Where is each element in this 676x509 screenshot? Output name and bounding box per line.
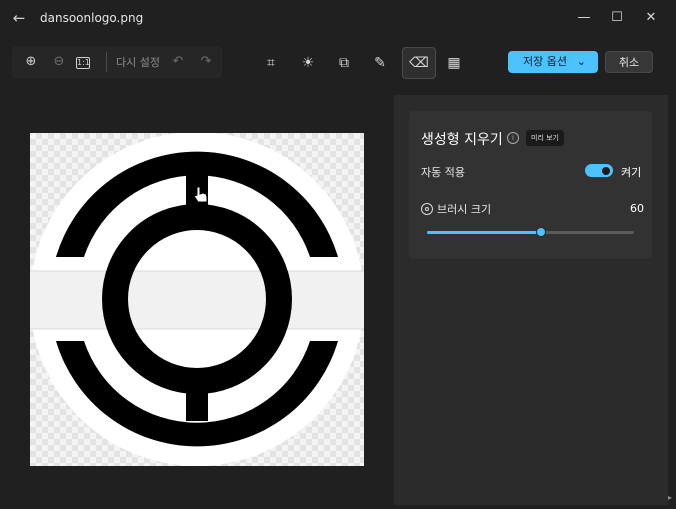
panel-title: 생성형 지우기 bbox=[421, 132, 503, 148]
auto-apply-label: 자동 적용 bbox=[421, 166, 465, 179]
filter-icon[interactable]: ⧉ bbox=[331, 50, 357, 76]
brush-size-value: 60 bbox=[630, 202, 644, 215]
redo-icon[interactable]: ↷ bbox=[195, 52, 217, 72]
background-icon[interactable]: ▦ bbox=[441, 50, 467, 76]
slider-thumb[interactable] bbox=[535, 227, 546, 237]
preview-badge: 미리 보기 bbox=[526, 130, 564, 146]
horizontal-scrollbar[interactable] bbox=[0, 499, 668, 505]
crop-icon[interactable]: ⌗ bbox=[258, 50, 284, 76]
auto-apply-state: 켜기 bbox=[621, 166, 642, 179]
actual-size-icon[interactable]: 1:1 bbox=[76, 57, 90, 69]
brush-size-icon bbox=[421, 203, 433, 215]
toggle-knob bbox=[602, 166, 610, 175]
chevron-down-icon: ⌄ bbox=[576, 55, 586, 68]
logo-band bbox=[30, 271, 364, 329]
reset-button[interactable]: 다시 설정 bbox=[116, 54, 160, 70]
generative-erase-panel: 생성형 지우기 i 미리 보기 자동 적용 켜기 브러시 크기 60 bbox=[409, 111, 652, 259]
info-icon[interactable]: i bbox=[507, 132, 519, 144]
image-canvas[interactable] bbox=[30, 133, 364, 466]
logo-bottom-stem bbox=[186, 391, 208, 421]
brush-size-label: 브러시 크기 bbox=[437, 203, 492, 216]
minimize-icon[interactable]: — bbox=[570, 8, 598, 28]
markup-icon[interactable]: ✎ bbox=[367, 50, 393, 76]
brush-size-slider[interactable] bbox=[427, 227, 634, 237]
scroll-down-icon[interactable]: ▸ bbox=[668, 493, 672, 502]
generative-erase-icon[interactable]: ⌫ bbox=[402, 47, 436, 79]
adjust-icon[interactable]: ☀ bbox=[295, 50, 321, 76]
zoom-in-icon[interactable]: ⊕ bbox=[20, 52, 42, 72]
toolbar-divider bbox=[106, 52, 107, 72]
window-title: dansoonlogo.png bbox=[40, 11, 144, 25]
cancel-button[interactable]: 취소 bbox=[605, 51, 653, 73]
logo-image bbox=[30, 133, 364, 466]
auto-apply-toggle[interactable] bbox=[585, 164, 613, 177]
close-icon[interactable]: ✕ bbox=[637, 8, 665, 28]
back-arrow-icon[interactable]: ← bbox=[10, 9, 28, 27]
zoom-out-icon[interactable]: ⊖ bbox=[48, 52, 70, 72]
undo-icon[interactable]: ↶ bbox=[167, 52, 189, 72]
slider-fill bbox=[427, 231, 541, 234]
title-bar: ← dansoonlogo.png — ☐ ✕ bbox=[0, 0, 676, 36]
save-options-button[interactable]: 저장 옵션 ⌄ bbox=[508, 51, 598, 73]
save-options-label: 저장 옵션 bbox=[523, 55, 567, 68]
vertical-scrollbar[interactable]: ▸ bbox=[668, 95, 676, 505]
maximize-icon[interactable]: ☐ bbox=[603, 8, 631, 28]
zoom-toolbar: ⊕ ⊖ 1:1 다시 설정 ↶ ↷ bbox=[12, 46, 222, 78]
